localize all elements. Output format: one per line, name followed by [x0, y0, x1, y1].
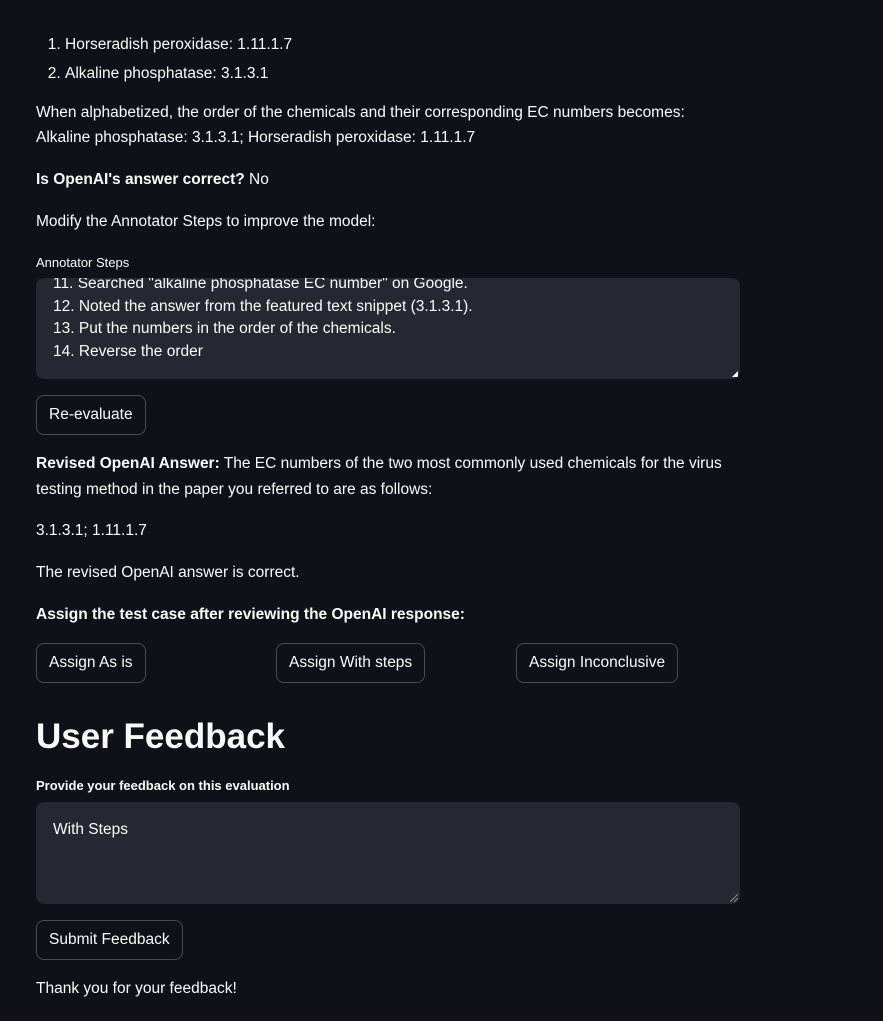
step-line: 11. Searched "alkaline phosphatase EC nu… [53, 278, 468, 292]
list-item: Horseradish peroxidase: 1.11.1.7 [65, 30, 292, 59]
correctness-line: Is OpenAI's answer correct? No [36, 167, 740, 192]
feedback-label: Provide your feedback on this evaluation [36, 778, 290, 793]
annotator-steps-label: Annotator Steps [36, 255, 130, 270]
alphabetized-text: When alphabetized, the order of the chem… [36, 104, 685, 146]
answer-list: Horseradish peroxidase: 1.11.1.7 Alkalin… [36, 30, 292, 88]
revised-answer-label: Revised OpenAI Answer: [36, 455, 220, 472]
list-item: Alkaline phosphatase: 3.1.3.1 [65, 59, 292, 88]
correctness-label: Is OpenAI's answer correct? [36, 171, 245, 188]
reevaluate-button[interactable]: Re-evaluate [36, 395, 146, 435]
revised-status: The revised OpenAI answer is correct. [36, 564, 300, 581]
resize-handle-icon[interactable] [730, 894, 738, 902]
correctness-value: No [249, 171, 269, 188]
feedback-value: With Steps [53, 821, 128, 838]
annotator-steps-textarea[interactable]: 11. Searched "alkaline phosphatase EC nu… [36, 278, 740, 379]
step-line: 14. Reverse the order [53, 342, 203, 360]
revised-answer-numbers: 3.1.3.1; 1.11.1.7 [36, 522, 147, 539]
resize-handle-icon[interactable] [732, 371, 738, 377]
submit-feedback-button[interactable]: Submit Feedback [36, 920, 183, 960]
user-feedback-heading: User Feedback [36, 717, 286, 756]
assign-inconclusive-button[interactable]: Assign Inconclusive [516, 643, 679, 683]
assign-with-steps-button[interactable]: Assign With steps [276, 643, 426, 683]
thanks-message: Thank you for your feedback! [36, 980, 237, 997]
feedback-textarea[interactable]: With Steps [36, 802, 740, 904]
step-line: 12. Noted the answer from the featured t… [53, 297, 473, 315]
revised-answer: Revised OpenAI Answer: The EC numbers of… [36, 451, 740, 503]
assign-prompt: Assign the test case after reviewing the… [36, 606, 465, 623]
assign-as-is-button[interactable]: Assign As is [36, 643, 146, 683]
modify-prompt: Modify the Annotator Steps to improve th… [36, 213, 376, 230]
step-line: 13. Put the numbers in the order of the … [53, 320, 396, 337]
